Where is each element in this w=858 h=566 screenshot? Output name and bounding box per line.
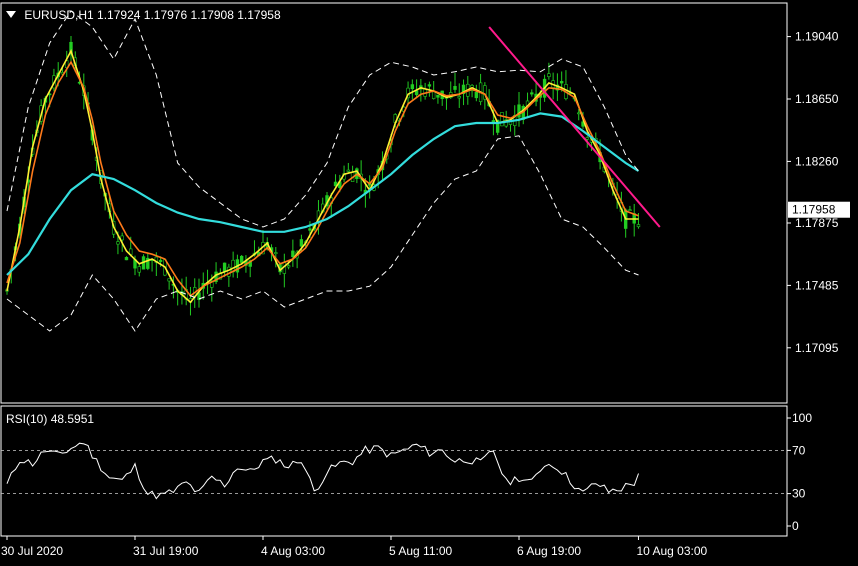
candle-body <box>167 278 171 282</box>
x-tick-label: 4 Aug 03:00 <box>261 544 325 558</box>
x-tick-label: 6 Aug 19:00 <box>517 544 581 558</box>
candle-body <box>291 250 295 258</box>
price-tick-label: 1.18260 <box>795 154 839 168</box>
dropdown-triangle-icon[interactable] <box>6 11 16 18</box>
candle-body <box>222 262 227 272</box>
candle-body <box>636 224 641 228</box>
candle-body <box>137 266 141 273</box>
current-price-label: 1.17958 <box>792 203 836 217</box>
candle-body <box>431 91 436 99</box>
candle-body <box>585 137 589 140</box>
symbol-header: EURUSD,H1 1.17924 1.17976 1.17908 1.1795… <box>6 8 281 22</box>
price-tick-label: 1.17485 <box>795 278 839 292</box>
x-tick-label: 30 Jul 2020 <box>1 544 63 558</box>
chart-area: 1.19040 1.18650 1.18260 1.17875 1.17485 1.170… <box>0 0 858 561</box>
candle-body <box>457 96 461 99</box>
price-tick-label: 1.17095 <box>795 341 839 355</box>
rsi-header: RSI(10) 48.5951 <box>6 412 94 426</box>
low-price: 1.17908 <box>190 8 234 22</box>
rsi-tick-label: 0 <box>792 519 799 533</box>
rsi-value: 48.5951 <box>50 412 95 426</box>
candle-body <box>227 266 231 277</box>
candle-body <box>274 252 278 255</box>
candle-body <box>239 255 244 263</box>
rsi-tick-label: 100 <box>792 411 812 425</box>
candle-body <box>158 259 163 262</box>
candle-body <box>410 84 415 90</box>
rsi-tick-label: 70 <box>792 443 806 457</box>
close-price: 1.17958 <box>237 8 281 22</box>
candle-body <box>116 241 120 245</box>
candle-body <box>427 84 432 87</box>
candle-body <box>124 257 129 261</box>
price-tick-label: 1.18650 <box>795 92 839 106</box>
candle-body <box>530 92 534 95</box>
symbol-label: EURUSD,H1 <box>24 8 94 22</box>
candle-body <box>628 209 632 212</box>
candle-body <box>120 235 124 241</box>
high-price: 1.17976 <box>143 8 188 22</box>
candle-body <box>286 265 291 268</box>
candle-body <box>299 239 304 247</box>
candle-body <box>559 81 564 84</box>
candle-body <box>453 86 457 90</box>
candle-body <box>436 94 440 98</box>
chart-svg: 1.19040 1.18650 1.18260 1.17875 1.17485 1.170… <box>0 0 858 561</box>
open-price: 1.17924 <box>97 8 141 22</box>
candle-body <box>577 112 581 115</box>
candle-body <box>474 91 479 99</box>
candle-body <box>547 73 551 77</box>
price-tick-label: 1.19040 <box>795 30 839 44</box>
x-tick-label: 31 Jul 19:00 <box>133 544 199 558</box>
rsi-tick-label: 30 <box>792 487 806 501</box>
candle-body <box>346 169 351 172</box>
price-tick-label: 1.17875 <box>795 216 839 230</box>
candle-body <box>500 112 504 127</box>
candle-body <box>308 228 312 231</box>
rsi-label: RSI(10) <box>6 412 48 426</box>
x-tick-label: 5 Aug 11:00 <box>389 544 452 558</box>
x-tick-label: 10 Aug 03:00 <box>636 544 707 558</box>
